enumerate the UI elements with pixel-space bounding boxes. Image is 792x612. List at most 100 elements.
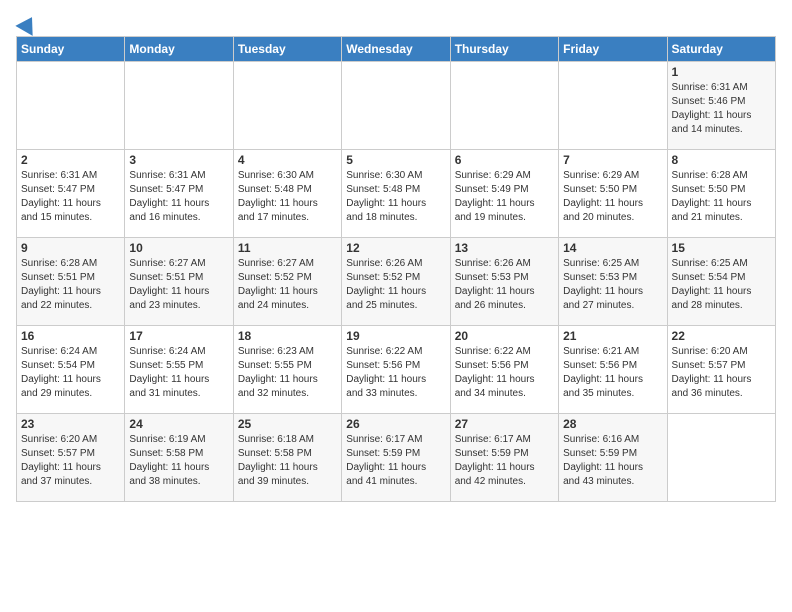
- calendar-week-5: 23 Sunrise: 6:20 AM Sunset: 5:57 PM Dayli…: [17, 414, 776, 502]
- day-info: Sunrise: 6:18 AM Sunset: 5:58 PM Dayligh…: [238, 433, 337, 489]
- day-number: 2: [21, 153, 120, 167]
- column-header-saturday: Saturday: [667, 37, 775, 62]
- day-info: Sunrise: 6:17 AM Sunset: 5:59 PM Dayligh…: [455, 433, 554, 489]
- day-number: 19: [346, 329, 445, 343]
- calendar-cell: 21 Sunrise: 6:21 AM Sunset: 5:56 PM Dayli…: [559, 326, 667, 414]
- calendar-cell: 16 Sunrise: 6:24 AM Sunset: 5:54 PM Dayli…: [17, 326, 125, 414]
- calendar-cell: 8 Sunrise: 6:28 AM Sunset: 5:50 PM Daylig…: [667, 150, 775, 238]
- day-number: 23: [21, 417, 120, 431]
- day-info: Sunrise: 6:25 AM Sunset: 5:54 PM Dayligh…: [672, 257, 771, 313]
- day-number: 14: [563, 241, 662, 255]
- day-info: Sunrise: 6:27 AM Sunset: 5:52 PM Dayligh…: [238, 257, 337, 313]
- day-number: 12: [346, 241, 445, 255]
- day-number: 16: [21, 329, 120, 343]
- calendar-cell: 12 Sunrise: 6:26 AM Sunset: 5:52 PM Dayli…: [342, 238, 450, 326]
- calendar-cell: 1 Sunrise: 6:31 AM Sunset: 5:46 PM Daylig…: [667, 62, 775, 150]
- calendar-cell: [342, 62, 450, 150]
- calendar-cell: 10 Sunrise: 6:27 AM Sunset: 5:51 PM Dayli…: [125, 238, 233, 326]
- day-info: Sunrise: 6:30 AM Sunset: 5:48 PM Dayligh…: [238, 169, 337, 225]
- day-number: 28: [563, 417, 662, 431]
- calendar-week-1: 1 Sunrise: 6:31 AM Sunset: 5:46 PM Daylig…: [17, 62, 776, 150]
- day-info: Sunrise: 6:26 AM Sunset: 5:52 PM Dayligh…: [346, 257, 445, 313]
- column-header-sunday: Sunday: [17, 37, 125, 62]
- calendar-week-2: 2 Sunrise: 6:31 AM Sunset: 5:47 PM Daylig…: [17, 150, 776, 238]
- calendar-cell: 20Sunrise: 6:22 AM Sunset: 5:56 PM Dayli…: [450, 326, 558, 414]
- day-info: Sunrise: 6:28 AM Sunset: 5:50 PM Dayligh…: [672, 169, 771, 225]
- day-number: 4: [238, 153, 337, 167]
- column-header-tuesday: Tuesday: [233, 37, 341, 62]
- calendar-table: SundayMondayTuesdayWednesdayThursdayFrid…: [16, 36, 776, 502]
- day-number: 3: [129, 153, 228, 167]
- day-number: 13: [455, 241, 554, 255]
- calendar-cell: 18 Sunrise: 6:23 AM Sunset: 5:55 PM Dayli…: [233, 326, 341, 414]
- calendar-cell: 14 Sunrise: 6:25 AM Sunset: 5:53 PM Dayli…: [559, 238, 667, 326]
- day-number: 21: [563, 329, 662, 343]
- calendar-cell: 24Sunrise: 6:19 AM Sunset: 5:58 PM Dayli…: [125, 414, 233, 502]
- day-info: Sunrise: 6:20 AM Sunset: 5:57 PM Dayligh…: [21, 433, 120, 489]
- page-header: [16, 16, 776, 32]
- day-info: Sunrise: 6:21 AM Sunset: 5:56 PM Dayligh…: [563, 345, 662, 401]
- calendar-cell: 5Sunrise: 6:30 AM Sunset: 5:48 PM Daylig…: [342, 150, 450, 238]
- calendar-cell: 28 Sunrise: 6:16 AM Sunset: 5:59 PM Dayli…: [559, 414, 667, 502]
- day-number: 26: [346, 417, 445, 431]
- day-number: 18: [238, 329, 337, 343]
- day-number: 10: [129, 241, 228, 255]
- column-header-friday: Friday: [559, 37, 667, 62]
- day-number: 8: [672, 153, 771, 167]
- day-info: Sunrise: 6:24 AM Sunset: 5:55 PM Dayligh…: [129, 345, 228, 401]
- day-info: Sunrise: 6:20 AM Sunset: 5:57 PM Dayligh…: [672, 345, 771, 401]
- calendar-cell: 27 Sunrise: 6:17 AM Sunset: 5:59 PM Dayli…: [450, 414, 558, 502]
- logo-triangle-icon: [15, 12, 40, 36]
- day-number: 25: [238, 417, 337, 431]
- day-info: Sunrise: 6:22 AM Sunset: 5:56 PM Dayligh…: [346, 345, 445, 401]
- calendar-cell: [667, 414, 775, 502]
- day-number: 15: [672, 241, 771, 255]
- day-number: 5: [346, 153, 445, 167]
- calendar-header-row: SundayMondayTuesdayWednesdayThursdayFrid…: [17, 37, 776, 62]
- calendar-cell: 22 Sunrise: 6:20 AM Sunset: 5:57 PM Dayli…: [667, 326, 775, 414]
- calendar-cell: [559, 62, 667, 150]
- day-info: Sunrise: 6:17 AM Sunset: 5:59 PM Dayligh…: [346, 433, 445, 489]
- day-info: Sunrise: 6:25 AM Sunset: 5:53 PM Dayligh…: [563, 257, 662, 313]
- calendar-cell: 13Sunrise: 6:26 AM Sunset: 5:53 PM Dayli…: [450, 238, 558, 326]
- day-number: 7: [563, 153, 662, 167]
- day-info: Sunrise: 6:31 AM Sunset: 5:47 PM Dayligh…: [129, 169, 228, 225]
- day-number: 6: [455, 153, 554, 167]
- calendar-cell: 6 Sunrise: 6:29 AM Sunset: 5:49 PM Daylig…: [450, 150, 558, 238]
- calendar-cell: [17, 62, 125, 150]
- calendar-cell: 3 Sunrise: 6:31 AM Sunset: 5:47 PM Daylig…: [125, 150, 233, 238]
- day-info: Sunrise: 6:31 AM Sunset: 5:46 PM Dayligh…: [672, 81, 771, 137]
- calendar-cell: 11 Sunrise: 6:27 AM Sunset: 5:52 PM Dayli…: [233, 238, 341, 326]
- calendar-week-4: 16 Sunrise: 6:24 AM Sunset: 5:54 PM Dayli…: [17, 326, 776, 414]
- day-info: Sunrise: 6:23 AM Sunset: 5:55 PM Dayligh…: [238, 345, 337, 401]
- calendar-cell: 7 Sunrise: 6:29 AM Sunset: 5:50 PM Daylig…: [559, 150, 667, 238]
- column-header-monday: Monday: [125, 37, 233, 62]
- day-info: Sunrise: 6:27 AM Sunset: 5:51 PM Dayligh…: [129, 257, 228, 313]
- day-info: Sunrise: 6:24 AM Sunset: 5:54 PM Dayligh…: [21, 345, 120, 401]
- calendar-cell: 15 Sunrise: 6:25 AM Sunset: 5:54 PM Dayli…: [667, 238, 775, 326]
- calendar-cell: [233, 62, 341, 150]
- day-info: Sunrise: 6:16 AM Sunset: 5:59 PM Dayligh…: [563, 433, 662, 489]
- calendar-cell: 25 Sunrise: 6:18 AM Sunset: 5:58 PM Dayli…: [233, 414, 341, 502]
- column-header-thursday: Thursday: [450, 37, 558, 62]
- logo: [16, 16, 38, 32]
- day-info: Sunrise: 6:28 AM Sunset: 5:51 PM Dayligh…: [21, 257, 120, 313]
- calendar-cell: 26 Sunrise: 6:17 AM Sunset: 5:59 PM Dayli…: [342, 414, 450, 502]
- calendar-cell: 17 Sunrise: 6:24 AM Sunset: 5:55 PM Dayli…: [125, 326, 233, 414]
- day-info: Sunrise: 6:31 AM Sunset: 5:47 PM Dayligh…: [21, 169, 120, 225]
- calendar-cell: 19 Sunrise: 6:22 AM Sunset: 5:56 PM Dayli…: [342, 326, 450, 414]
- calendar-cell: 2 Sunrise: 6:31 AM Sunset: 5:47 PM Daylig…: [17, 150, 125, 238]
- calendar-cell: [450, 62, 558, 150]
- day-number: 24: [129, 417, 228, 431]
- day-number: 11: [238, 241, 337, 255]
- day-info: Sunrise: 6:29 AM Sunset: 5:49 PM Dayligh…: [455, 169, 554, 225]
- calendar-cell: 4 Sunrise: 6:30 AM Sunset: 5:48 PM Daylig…: [233, 150, 341, 238]
- day-number: 22: [672, 329, 771, 343]
- column-header-wednesday: Wednesday: [342, 37, 450, 62]
- day-number: 27: [455, 417, 554, 431]
- day-number: 1: [672, 65, 771, 79]
- calendar-cell: [125, 62, 233, 150]
- day-number: 17: [129, 329, 228, 343]
- day-number: 20: [455, 329, 554, 343]
- day-info: Sunrise: 6:29 AM Sunset: 5:50 PM Dayligh…: [563, 169, 662, 225]
